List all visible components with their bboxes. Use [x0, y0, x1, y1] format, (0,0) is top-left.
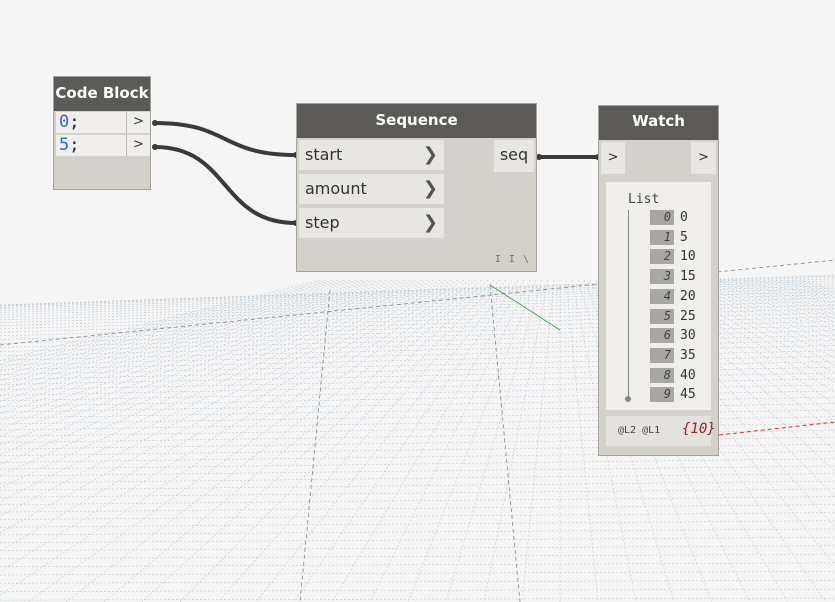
list-value: 40 [680, 367, 696, 383]
list-index: 3 [650, 269, 674, 285]
watch-list-label: List [628, 192, 660, 207]
list-item: 15 [650, 229, 710, 247]
list-index: 7 [650, 347, 674, 363]
list-index: 2 [650, 249, 674, 265]
list-value: 5 [680, 229, 688, 245]
list-levels[interactable]: @L2 @L1 [618, 425, 660, 436]
port-label: step [305, 213, 340, 232]
code-suffix: ; [69, 112, 80, 132]
watch-input-port[interactable]: > [601, 142, 625, 174]
sequence-title[interactable]: Sequence [297, 104, 536, 138]
list-index: 1 [650, 229, 674, 245]
list-index: 4 [650, 288, 674, 304]
watch-output-port[interactable]: > [691, 142, 716, 174]
list-index: 5 [650, 308, 674, 324]
list-index: 9 [650, 387, 674, 403]
list-value: 0 [680, 210, 688, 225]
watch-title[interactable]: Watch [599, 106, 718, 140]
watch-footer: @L2 @L1 {10} [606, 416, 716, 446]
input-port-amount[interactable]: amount ❯ [299, 174, 444, 206]
list-value: 45 [680, 387, 696, 403]
list-value: 20 [680, 288, 696, 304]
list-item: 8 40 [650, 367, 710, 385]
list-item: 6 30 [650, 327, 710, 345]
input-port-start[interactable]: start ❯ [299, 140, 444, 172]
port-label: start [305, 145, 343, 164]
watch-node[interactable]: Watch > > List 0 0 1 5 2 10 3 15 4 20 5 25 6 30 7 35 8 40… [598, 105, 719, 456]
tree-node-icon [625, 396, 631, 402]
list-value: 15 [680, 269, 696, 285]
port-label: amount [305, 179, 367, 198]
list-value: 25 [680, 308, 696, 324]
list-item: 00 [650, 209, 710, 227]
output-port-seq[interactable]: seq [494, 140, 534, 172]
workspace-canvas[interactable]: Code Block 0; > 5; > Sequence start ❯ am… [0, 0, 835, 602]
code-block-node[interactable]: Code Block 0; > 5; > [53, 76, 151, 190]
chevron-right-icon: ❯ [422, 178, 438, 199]
list-item: 3 15 [650, 268, 710, 286]
watch-preview-panel[interactable]: List 0 0 1 5 2 10 3 15 4 20 5 25 6 30 7 35 8 40 9 45 [606, 182, 711, 410]
list-item: 7 35 [650, 347, 710, 365]
chevron-right-icon: ❯ [422, 144, 438, 165]
list-value: 35 [680, 347, 696, 363]
code-output-port-0[interactable]: > [126, 112, 150, 133]
chevron-right-icon: ❯ [422, 212, 438, 233]
tree-line [628, 210, 629, 398]
code-line-1[interactable]: 5; [56, 135, 126, 156]
input-port-step[interactable]: step ❯ [299, 208, 444, 240]
lacing-indicator[interactable]: I I \ [495, 254, 530, 265]
code-output-port-1[interactable]: > [126, 135, 150, 156]
list-item: 4 20 [650, 288, 710, 306]
list-index: 8 [650, 367, 674, 383]
code-number: 5 [59, 135, 70, 155]
code-block-title[interactable]: Code Block [54, 77, 150, 111]
sequence-node[interactable]: Sequence start ❯ amount ❯ step ❯ seq I I… [296, 103, 537, 272]
list-item: 2 10 [650, 248, 710, 266]
list-item: 9 45 [650, 386, 710, 404]
list-index: 6 [650, 328, 674, 344]
list-value: 30 [680, 328, 696, 344]
code-number: 0 [59, 112, 70, 132]
list-value: 10 [680, 249, 696, 265]
code-suffix: ; [69, 135, 80, 155]
item-count: {10} [682, 421, 716, 437]
list-index: 0 [650, 210, 674, 225]
list-item: 5 25 [650, 308, 710, 326]
code-line-0[interactable]: 0; [56, 112, 126, 133]
